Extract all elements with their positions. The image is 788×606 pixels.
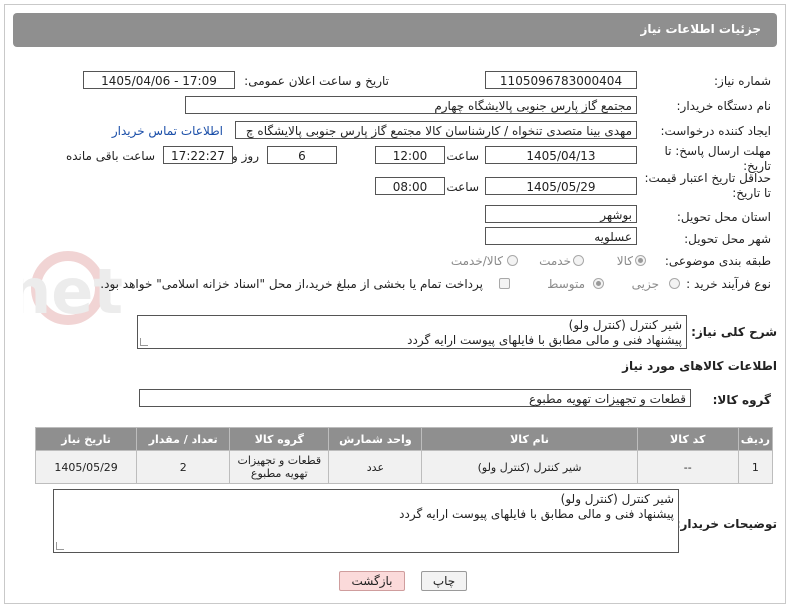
creator-label: ایجاد کننده درخواست:	[660, 124, 771, 138]
print-button[interactable]: چاپ	[421, 571, 467, 591]
table-row: 1 -- شیر کنترل (کنترل ولو) عدد قطعات و ت…	[34, 450, 774, 484]
category-option-goods: کالا	[616, 254, 633, 268]
province-label: استان محل تحویل:	[676, 210, 771, 224]
remaining-time-field: 17:22:27	[163, 146, 233, 164]
deadline-time-field: 12:00	[375, 146, 445, 164]
buyer-org-label: نام دستگاه خریدار:	[676, 99, 772, 113]
category-radio-goods-service[interactable]	[507, 255, 518, 266]
buyer-notes-textarea[interactable]: شیر کنترل (کنترل ولو) پیشنهاد فنی و مالی…	[53, 489, 679, 553]
resize-grip-icon[interactable]	[56, 542, 64, 550]
col-header-row-number: ردیف	[737, 427, 774, 451]
need-number-field: 1105096783000404	[485, 71, 637, 89]
col-header-need-date: تاریخ نیاز	[34, 427, 138, 451]
col-header-code: کد کالا	[636, 427, 739, 451]
remaining-time-label: ساعت باقی مانده	[65, 149, 155, 163]
province-field: بوشهر	[485, 205, 637, 223]
back-button[interactable]: بازگشت	[339, 571, 405, 591]
goods-section-title: اطلاعات کالاهای مورد نیاز	[622, 359, 777, 373]
buyer-org-field: مجتمع گاز پارس جنوبی پالایشگاه چهارم	[185, 96, 637, 114]
table-header-row: ردیف کد کالا نام کالا واحد شمارش گروه کا…	[34, 427, 774, 451]
description-line-2: پیشنهاد فنی و مالی مطابق با فایلهای پیوس…	[407, 333, 682, 347]
page-frame: جزئیات اطلاعات نیاز AriaTender.net شماره…	[4, 4, 786, 604]
category-option-goods-service: کالا/خدمت	[450, 254, 503, 268]
treasury-payment-checkbox[interactable]	[499, 278, 510, 289]
description-label: شرح کلی نیاز:	[691, 325, 777, 339]
validity-time-label: ساعت	[446, 180, 479, 194]
cell-need-date: 1405/05/29	[34, 450, 138, 484]
process-radio-minor[interactable]	[669, 278, 680, 289]
col-header-name: نام کالا	[421, 427, 638, 451]
days-label: روز و	[232, 149, 259, 163]
city-field: عسلویه	[485, 227, 637, 245]
validity-label-date: تا تاریخ:	[732, 186, 771, 200]
treasury-payment-note: پرداخت تمام یا بخشی از مبلغ خرید،از محل …	[100, 277, 483, 291]
buyer-notes-label: توضیحات خریدار:	[675, 517, 777, 531]
col-header-unit: واحد شمارش	[328, 427, 423, 451]
cell-row-number: 1	[737, 450, 774, 484]
need-number-label: شماره نیاز:	[714, 74, 771, 88]
goods-group-field: قطعات و تجهیزات تهویه مطبوع	[139, 389, 691, 407]
deadline-time-label: ساعت	[446, 149, 479, 163]
cell-unit: عدد	[328, 450, 423, 484]
process-option-minor: جزیی	[631, 277, 659, 291]
buyer-notes-line-1: شیر کنترل (کنترل ولو)	[560, 492, 674, 506]
resize-grip-icon[interactable]	[140, 338, 148, 346]
category-radio-service[interactable]	[573, 255, 584, 266]
days-remaining-field: 6	[267, 146, 337, 164]
description-line-1: شیر کنترل (کنترل ولو)	[568, 318, 682, 332]
category-option-service: خدمت	[539, 254, 571, 268]
watermark-text: AriaTender.net	[23, 255, 123, 328]
col-header-quantity: تعداد / مقدار	[136, 427, 231, 451]
process-option-medium: متوسط	[547, 277, 585, 291]
city-label: شهر محل تحویل:	[684, 232, 771, 246]
process-label: نوع فرآیند خرید :	[686, 277, 771, 291]
announce-datetime-field: 1405/04/06 - 17:09	[83, 71, 235, 89]
creator-field: مهدی بینا متصدی تنخواه / کارشناسان کالا …	[235, 121, 637, 139]
cell-code: --	[636, 450, 739, 484]
goods-table: ردیف کد کالا نام کالا واحد شمارش گروه کا…	[34, 427, 774, 484]
cell-quantity: 2	[136, 450, 231, 484]
cell-name: شیر کنترل (کنترل ولو)	[421, 450, 638, 484]
buyer-contact-link[interactable]: اطلاعات تماس خریدار	[112, 124, 223, 138]
process-radio-medium[interactable]	[593, 278, 604, 289]
deadline-date-field: 1405/04/13	[485, 146, 637, 164]
goods-group-label: گروه کالا:	[712, 393, 771, 407]
validity-label: حداقل تاریخ اعتبار قیمت:	[644, 171, 771, 185]
deadline-label: مهلت ارسال پاسخ: تا	[664, 144, 771, 158]
announce-label: تاریخ و ساعت اعلان عمومی:	[244, 74, 389, 88]
page-title: جزئیات اطلاعات نیاز	[640, 22, 761, 36]
validity-time-field: 08:00	[375, 177, 445, 195]
description-textarea[interactable]: شیر کنترل (کنترل ولو) پیشنهاد فنی و مالی…	[137, 315, 687, 349]
page-header: جزئیات اطلاعات نیاز	[13, 13, 777, 47]
col-header-group: گروه کالا	[229, 427, 330, 451]
category-radio-goods[interactable]	[635, 255, 646, 266]
validity-date-field: 1405/05/29	[485, 177, 637, 195]
category-label: طبقه بندی موضوعی:	[664, 254, 771, 268]
cell-group: قطعات و تجهیزات تهویه مطبوع	[229, 450, 330, 484]
buyer-notes-line-2: پیشنهاد فنی و مالی مطابق با فایلهای پیوس…	[399, 507, 674, 521]
